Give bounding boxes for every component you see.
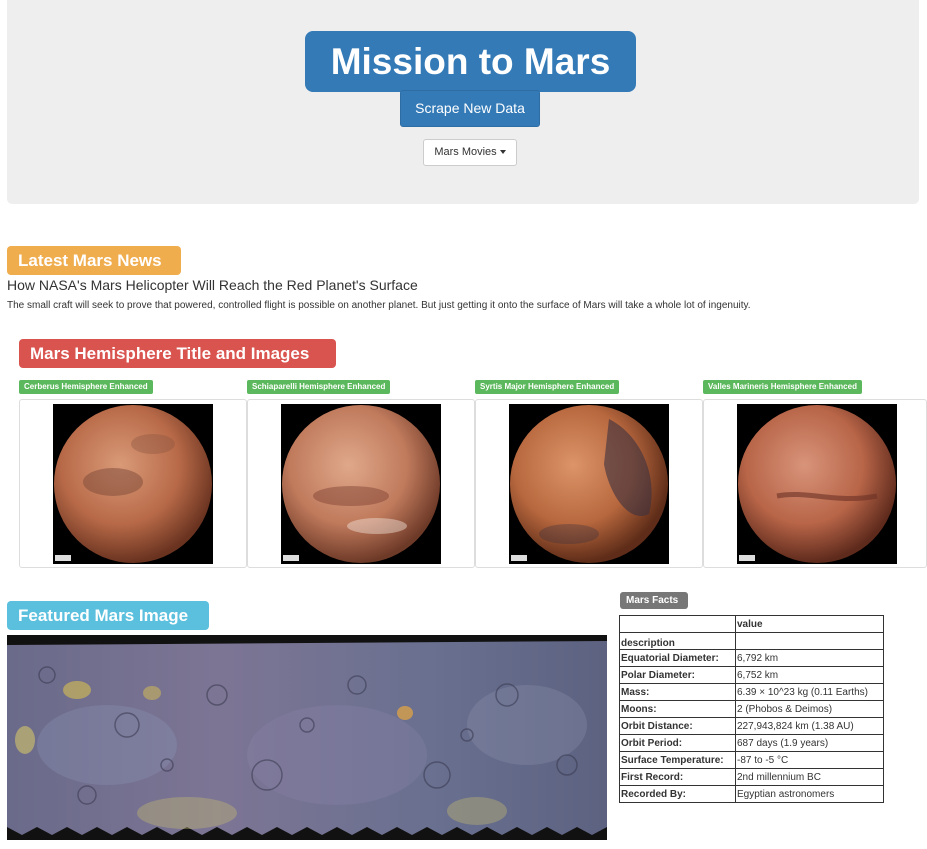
table-header-row: value [619, 615, 884, 633]
valles-marineris-hemisphere-image [737, 404, 897, 564]
featured-mars-image[interactable] [7, 635, 607, 840]
table-header-cell: value [735, 615, 884, 633]
fact-value: Egyptian astronomers [735, 785, 884, 803]
table-cell [735, 632, 884, 650]
hemisphere-card: Valles Marineris Hemisphere Enhanced [703, 380, 927, 568]
table-row: Orbit Distance: 227,943,824 km (1.38 AU) [619, 717, 884, 735]
fact-value: 6,752 km [735, 666, 884, 684]
hemispheres-label: Mars Hemisphere Title and Images [19, 339, 336, 368]
table-header-cell [619, 615, 736, 633]
fact-value: 227,943,824 km (1.38 AU) [735, 717, 884, 735]
hemisphere-card: Schiaparelli Hemisphere Enhanced [247, 380, 475, 568]
cerberus-hemisphere-image [53, 404, 213, 564]
hemisphere-thumbnail[interactable] [703, 399, 927, 568]
fact-value: 6.39 × 10^23 kg (0.11 Earths) [735, 683, 884, 701]
fact-value: 687 days (1.9 years) [735, 734, 884, 752]
hemisphere-title: Schiaparelli Hemisphere Enhanced [247, 380, 391, 394]
hemisphere-title: Syrtis Major Hemisphere Enhanced [475, 380, 620, 394]
jumbotron-header: Mission to Mars Scrape New Data Mars Mov… [7, 0, 919, 204]
hemisphere-thumbnail[interactable] [19, 399, 247, 568]
caret-down-icon [499, 150, 506, 155]
fact-key: Orbit Distance: [619, 717, 736, 735]
fact-key: Mass: [619, 683, 736, 701]
hemisphere-title: Valles Marineris Hemisphere Enhanced [703, 380, 862, 394]
table-row: Moons: 2 (Phobos & Deimos) [619, 700, 884, 718]
syrtis-major-hemisphere-image [509, 404, 669, 564]
fact-value: 2 (Phobos & Deimos) [735, 700, 884, 718]
table-row: Orbit Period: 687 days (1.9 years) [619, 734, 884, 752]
scrape-new-data-button[interactable]: Scrape New Data [400, 90, 540, 127]
mars-facts-label: Mars Facts [620, 592, 688, 609]
fact-key: Polar Diameter: [619, 666, 736, 684]
table-row: Surface Temperature: -87 to -5 °C [619, 751, 884, 769]
hemisphere-thumbnail[interactable] [247, 399, 475, 568]
fact-key: Equatorial Diameter: [619, 649, 736, 667]
mars-movies-dropdown[interactable]: Mars Movies [423, 139, 517, 166]
fact-value: 6,792 km [735, 649, 884, 667]
table-row: Polar Diameter: 6,752 km [619, 666, 884, 684]
featured-image-label: Featured Mars Image [7, 601, 209, 630]
table-row: First Record: 2nd millennium BC [619, 768, 884, 786]
mars-facts-table: value description Equatorial Diameter: 6,… [619, 615, 884, 803]
hemisphere-card: Cerberus Hemisphere Enhanced [19, 380, 247, 568]
fact-key: Recorded By: [619, 785, 736, 803]
hemisphere-title: Cerberus Hemisphere Enhanced [19, 380, 153, 394]
news-title: How NASA's Mars Helicopter Will Reach th… [7, 277, 418, 293]
fact-key: First Record: [619, 768, 736, 786]
page-title: Mission to Mars [305, 31, 636, 92]
table-row: Equatorial Diameter: 6,792 km [619, 649, 884, 667]
fact-key: Moons: [619, 700, 736, 718]
table-row: Recorded By: Egyptian astronomers [619, 785, 884, 803]
fact-value: -87 to -5 °C [735, 751, 884, 769]
table-index-row: description [619, 632, 884, 650]
table-index-header: description [619, 632, 736, 650]
schiaparelli-hemisphere-image [281, 404, 441, 564]
mars-movies-label: Mars Movies [434, 146, 497, 158]
fact-key: Surface Temperature: [619, 751, 736, 769]
hemisphere-thumbnail[interactable] [475, 399, 703, 568]
fact-key: Orbit Period: [619, 734, 736, 752]
news-paragraph: The small craft will seek to prove that … [7, 300, 751, 311]
fact-value: 2nd millennium BC [735, 768, 884, 786]
table-row: Mass: 6.39 × 10^23 kg (0.11 Earths) [619, 683, 884, 701]
hemisphere-card: Syrtis Major Hemisphere Enhanced [475, 380, 703, 568]
latest-news-label: Latest Mars News [7, 246, 181, 275]
